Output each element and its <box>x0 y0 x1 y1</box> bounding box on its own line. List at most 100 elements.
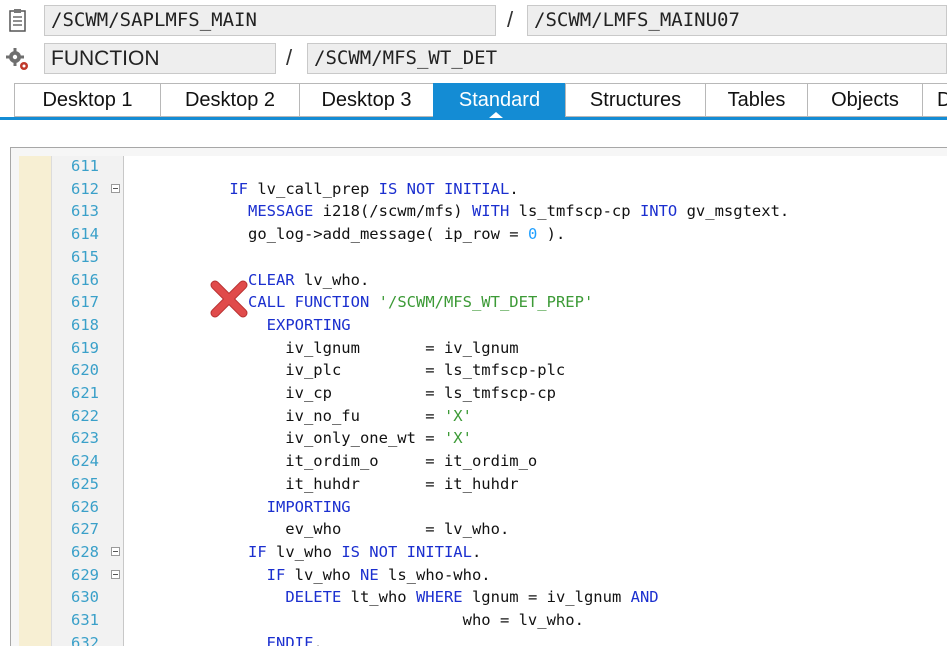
code-text: iv_lgnum = iv_lgnum <box>136 337 519 360</box>
line-number: 617 <box>71 293 99 312</box>
object-type-field[interactable]: FUNCTION <box>44 43 276 74</box>
code-line[interactable]: 631 who = lv_who. <box>11 609 947 632</box>
code-line[interactable]: 619 iv_lgnum = iv_lgnum <box>11 337 947 360</box>
code-token: ). <box>537 225 566 244</box>
tab-overflow[interactable]: D <box>922 83 947 117</box>
line-number: 618 <box>71 315 99 334</box>
code-line[interactable]: 618 EXPORTING <box>11 314 947 337</box>
code-line[interactable]: 622 iv_no_fu = 'X' <box>11 405 947 428</box>
line-number: 614 <box>71 225 99 244</box>
line-number: 623 <box>71 429 99 448</box>
code-text: MESSAGE i218(/scwm/mfs) WITH ls_tmfscp-c… <box>136 200 789 223</box>
code-text: DELETE lt_who WHERE lgnum = iv_lgnum AND <box>136 586 658 609</box>
code-token: it_huhdr = it_huhdr <box>136 474 519 493</box>
code-line[interactable]: 630 DELETE lt_who WHERE lgnum = iv_lgnum… <box>11 586 947 609</box>
code-line[interactable]: 616 CLEAR lv_who. <box>11 269 947 292</box>
line-number: 628 <box>71 542 99 561</box>
code-line[interactable]: 632 ENDIF. <box>11 632 947 646</box>
code-token: IMPORTING <box>266 497 351 516</box>
tab-tables[interactable]: Tables <box>705 83 807 117</box>
code-token: NE <box>359 565 379 584</box>
code-text: it_huhdr = it_huhdr <box>136 473 519 496</box>
code-token: INTO <box>639 202 678 221</box>
code-token: iv_plc = ls_tmfscp-plc <box>136 361 566 380</box>
code-line[interactable]: 617 CALL FUNCTION '/SCWM/MFS_WT_DET_PREP… <box>11 291 947 314</box>
line-number: 629 <box>71 565 99 584</box>
code-line[interactable]: 614 go_log->add_message( ip_row = 0 ). <box>11 223 947 246</box>
code-text: IF lv_who NE ls_who-who. <box>136 564 491 587</box>
code-text: CLEAR lv_who. <box>136 269 369 292</box>
code-line[interactable]: 623 iv_only_one_wt = 'X' <box>11 427 947 450</box>
tab-objects[interactable]: Objects <box>807 83 922 117</box>
code-token: iv_lgnum = iv_lgnum <box>136 338 519 357</box>
code-text: who = lv_who. <box>136 609 584 632</box>
function-name-field[interactable]: /SCWM/MFS_WT_DET <box>307 43 947 74</box>
code-token: lv_call_prep <box>248 179 379 198</box>
line-number: 630 <box>71 588 99 607</box>
program-separator: / <box>507 7 514 32</box>
collapse-block-icon[interactable] <box>111 569 120 579</box>
line-number: 613 <box>71 202 99 221</box>
code-token: i218(/scwm/mfs) <box>313 202 472 221</box>
code-token: CALL FUNCTION <box>247 293 370 312</box>
code-token: 'X' <box>443 406 472 425</box>
code-text: iv_cp = ls_tmfscp-cp <box>136 382 556 405</box>
code-token: lv_who. <box>294 270 370 289</box>
code-token: IF <box>247 542 267 561</box>
code-token: IF <box>266 565 286 584</box>
code-token: IF <box>229 179 248 198</box>
gears-icon <box>6 48 28 70</box>
line-number: 616 <box>71 270 99 289</box>
tab-desktop-1[interactable]: Desktop 1 <box>14 83 160 117</box>
code-token: ls_tmfscp-cp <box>509 202 640 221</box>
program-field[interactable]: /SCWM/SAPLMFS_MAIN <box>44 5 496 36</box>
code-line[interactable]: 612 IF lv_call_prep IS NOT INITIAL. <box>11 178 947 201</box>
function-row: FUNCTION / /SCWM/MFS_WT_DET <box>0 40 947 78</box>
code-line[interactable]: 626 IMPORTING <box>11 496 947 519</box>
code-text: IMPORTING <box>136 496 351 519</box>
code-editor[interactable]: 611 612 IF lv_call_prep IS NOT INITIAL. 61… <box>10 147 947 646</box>
line-number: 615 <box>71 247 99 266</box>
code-token: IS NOT INITIAL <box>341 542 472 561</box>
tab-underline <box>0 117 947 120</box>
line-number: 625 <box>71 474 99 493</box>
code-token: iv_no_fu = <box>136 406 444 425</box>
document-list-icon <box>9 9 26 32</box>
code-line[interactable]: 611 <box>11 155 947 178</box>
code-token: ls_who-who. <box>378 565 491 584</box>
tab-bar: Desktop 1 Desktop 2 Desktop 3 Standard S… <box>0 81 947 127</box>
code-token: MESSAGE <box>247 202 314 221</box>
tab-desktop-3[interactable]: Desktop 3 <box>299 83 433 117</box>
code-text: ev_who = lv_who. <box>136 518 509 541</box>
code-token: 0 <box>527 225 538 244</box>
collapse-block-icon[interactable] <box>111 183 120 193</box>
code-line[interactable]: 629 IF lv_who NE ls_who-who. <box>11 564 947 587</box>
code-line[interactable]: 625 it_huhdr = it_huhdr <box>11 473 947 496</box>
code-line[interactable]: 628 IF lv_who IS NOT INITIAL. <box>11 541 947 564</box>
collapse-block-icon[interactable] <box>111 546 120 556</box>
tab-desktop-2[interactable]: Desktop 2 <box>160 83 299 117</box>
code-text: CALL FUNCTION '/SCWM/MFS_WT_DET_PREP' <box>136 291 593 314</box>
code-text: it_ordim_o = it_ordim_o <box>136 450 537 473</box>
code-token: '/SCWM/MFS_WT_DET_PREP' <box>378 293 594 312</box>
include-field[interactable]: /SCWM/LMFS_MAINU07 <box>527 5 947 36</box>
line-number: 622 <box>71 406 99 425</box>
code-line[interactable]: 621 iv_cp = ls_tmfscp-cp <box>11 382 947 405</box>
code-line[interactable]: 613 MESSAGE i218(/scwm/mfs) WITH ls_tmfs… <box>11 200 947 223</box>
object-separator: / <box>286 45 293 70</box>
code-text: IF lv_call_prep IS NOT INITIAL. <box>136 178 519 201</box>
code-line[interactable]: 615 <box>11 246 947 269</box>
code-token: EXPORTING <box>266 315 351 334</box>
code-token: . <box>509 179 519 198</box>
code-token: iv_only_one_wt = <box>136 429 444 448</box>
code-line[interactable]: 620 iv_plc = ls_tmfscp-plc <box>11 359 947 382</box>
code-line[interactable]: 624 it_ordim_o = it_ordim_o <box>11 450 947 473</box>
tab-structures[interactable]: Structures <box>565 83 705 117</box>
line-number: 626 <box>71 497 99 516</box>
code-line[interactable]: 627 ev_who = lv_who. <box>11 518 947 541</box>
